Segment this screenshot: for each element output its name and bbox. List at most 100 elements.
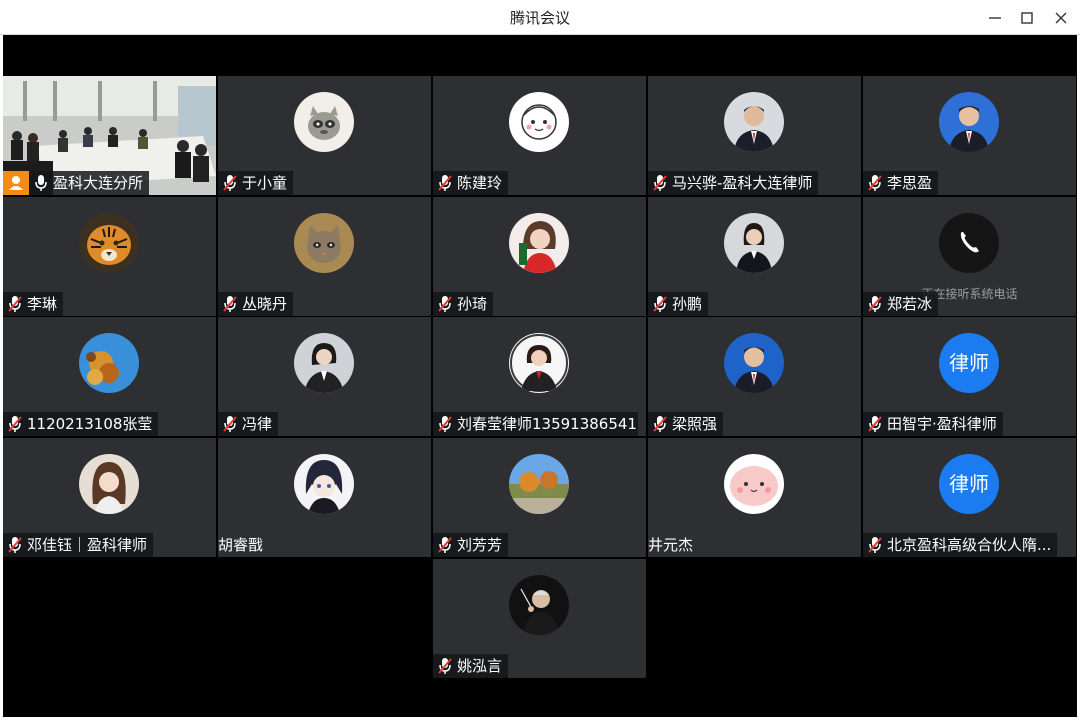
pink-blob-avatar-icon (724, 454, 784, 514)
anime-character-avatar-icon (294, 454, 354, 514)
participant-name-tag: 陈建玲 (433, 171, 509, 195)
woman-red-dress-avatar-icon (509, 213, 569, 273)
participant-name-tag: 冯律 (218, 412, 279, 436)
avatar (724, 454, 784, 514)
participant-name-tag: 胡睿戬 (218, 533, 269, 557)
cat-avatar-icon (294, 213, 354, 273)
microphone-muted-icon (438, 175, 452, 191)
participant-name-tag: 于小童 (218, 171, 294, 195)
participant-name-tag: 1120213108张莹 (3, 412, 159, 436)
participant-name: 邓佳钰｜盈科律师 (27, 536, 148, 554)
participant-name: 陈建玲 (457, 174, 503, 192)
participant-name: 丛晓丹 (242, 295, 288, 313)
participant-name-tag: 刘春莹律师13591386541 (433, 412, 638, 436)
raccoon-avatar-icon (294, 92, 354, 152)
microphone-muted-icon (438, 296, 452, 312)
microphone-muted-icon (868, 416, 882, 432)
participant-tile[interactable]: 刘春莹律师13591386541 (433, 317, 646, 436)
participant-name-tag: 姚泓言 (433, 654, 509, 678)
avatar (509, 454, 569, 514)
microphone-muted-icon (8, 416, 22, 432)
avatar (79, 213, 139, 273)
host-badge (3, 171, 29, 195)
participant-tile[interactable]: 冯律 (218, 317, 431, 436)
participant-name-tag: 邓佳钰｜盈科律师 (3, 533, 154, 557)
microphone-muted-icon (868, 537, 882, 553)
participant-tile[interactable]: 李思盈 (863, 76, 1076, 195)
avatar (509, 92, 569, 152)
participant-tile[interactable]: 李琳 (3, 197, 216, 316)
participant-tile[interactable]: 盈科大连分所 (3, 76, 216, 195)
participant-tile[interactable]: 丛晓丹 (218, 197, 431, 316)
microphone-muted-icon (868, 175, 882, 191)
avatar (724, 213, 784, 273)
participant-name: 李琳 (27, 295, 58, 313)
woman-suit-red-avatar-icon (509, 333, 569, 393)
participant-name-tag: 梁照强 (648, 412, 724, 436)
participant-name: 刘芳芳 (457, 536, 503, 554)
avatar (294, 213, 354, 273)
woman-long-hair-avatar-icon (79, 454, 139, 514)
microphone-muted-icon (223, 175, 237, 191)
participant-name-tag: 孙鹏 (648, 292, 709, 316)
participant-tile[interactable]: 于小童 (218, 76, 431, 195)
autumn-leaves-avatar-icon (79, 333, 139, 393)
person-icon (9, 176, 23, 190)
participant-name-tag: 田智宇·盈科律师 (863, 412, 1003, 436)
participant-name-tag: 孙琦 (433, 292, 494, 316)
participant-name: 田智宇·盈科律师 (887, 415, 997, 433)
participant-name: 于小童 (242, 174, 288, 192)
text-avatar: 律师 (939, 454, 999, 514)
participant-name: 郑若冰 (887, 295, 933, 313)
participant-tile[interactable]: 孙琦 (433, 197, 646, 316)
minimize-icon (989, 17, 1001, 19)
conductor-avatar-icon (509, 575, 569, 635)
microphone-muted-icon (868, 296, 882, 312)
tiger-avatar-icon (79, 213, 139, 273)
avatar (294, 454, 354, 514)
participant-name-tag: 盈科大连分所 (29, 171, 150, 195)
title-bar: 腾讯会议 (0, 0, 1080, 35)
participant-tile[interactable]: 胡睿戬 (218, 438, 431, 557)
microphone-muted-icon (438, 537, 452, 553)
participant-name: 梁照强 (672, 415, 718, 433)
participant-tile[interactable]: 邓佳钰｜盈科律师 (3, 438, 216, 557)
participant-tile[interactable]: 姚泓言 (433, 559, 646, 678)
microphone-muted-icon (8, 537, 22, 553)
close-icon (1055, 12, 1067, 24)
man-in-suit-avatar-icon (724, 92, 784, 152)
participant-tile[interactable]: 井元杰 (648, 438, 861, 557)
participant-name: 刘春莹律师13591386541 (457, 415, 637, 433)
participant-tile[interactable]: 孙鹏 (648, 197, 861, 316)
text-avatar: 律师 (939, 333, 999, 393)
avatar (294, 333, 354, 393)
microphone-muted-icon (223, 416, 237, 432)
woman-in-suit-avatar-icon (724, 213, 784, 273)
maximize-button[interactable] (1010, 0, 1044, 35)
participant-name-tag: 井元杰 (648, 533, 699, 557)
participant-name-tag: 李琳 (3, 292, 64, 316)
avatar (79, 454, 139, 514)
participant-tile[interactable]: 律师 田智宇·盈科律师 (863, 317, 1076, 436)
close-button[interactable] (1044, 0, 1078, 35)
participant-tile[interactable]: 刘芳芳 (433, 438, 646, 557)
participant-tile[interactable]: 马兴骅-盈科大连律师 (648, 76, 861, 195)
participant-tile[interactable]: 1120213108张莹 (3, 317, 216, 436)
avatar (79, 333, 139, 393)
minimize-button[interactable] (978, 0, 1012, 35)
man-blue-background-avatar-icon (939, 92, 999, 152)
woman-portrait-avatar-icon (294, 333, 354, 393)
participant-name: 姚泓言 (457, 657, 503, 675)
participant-tile[interactable]: 陈建玲 (433, 76, 646, 195)
phone-call-avatar-icon (939, 213, 999, 273)
participant-name: 1120213108张莹 (27, 415, 153, 433)
avatar (724, 333, 784, 393)
man-blue-background-avatar-icon (724, 333, 784, 393)
participant-name-tag: 李思盈 (863, 171, 939, 195)
microphone-icon (35, 175, 47, 191)
window-title: 腾讯会议 (509, 9, 570, 27)
participant-tile[interactable]: 正在接听系统电话 郑若冰 (863, 197, 1076, 316)
microphone-muted-icon (438, 416, 452, 432)
participant-tile[interactable]: 梁照强 (648, 317, 861, 436)
participant-tile[interactable]: 律师 北京盈科高级合伙人隋... (863, 438, 1076, 557)
